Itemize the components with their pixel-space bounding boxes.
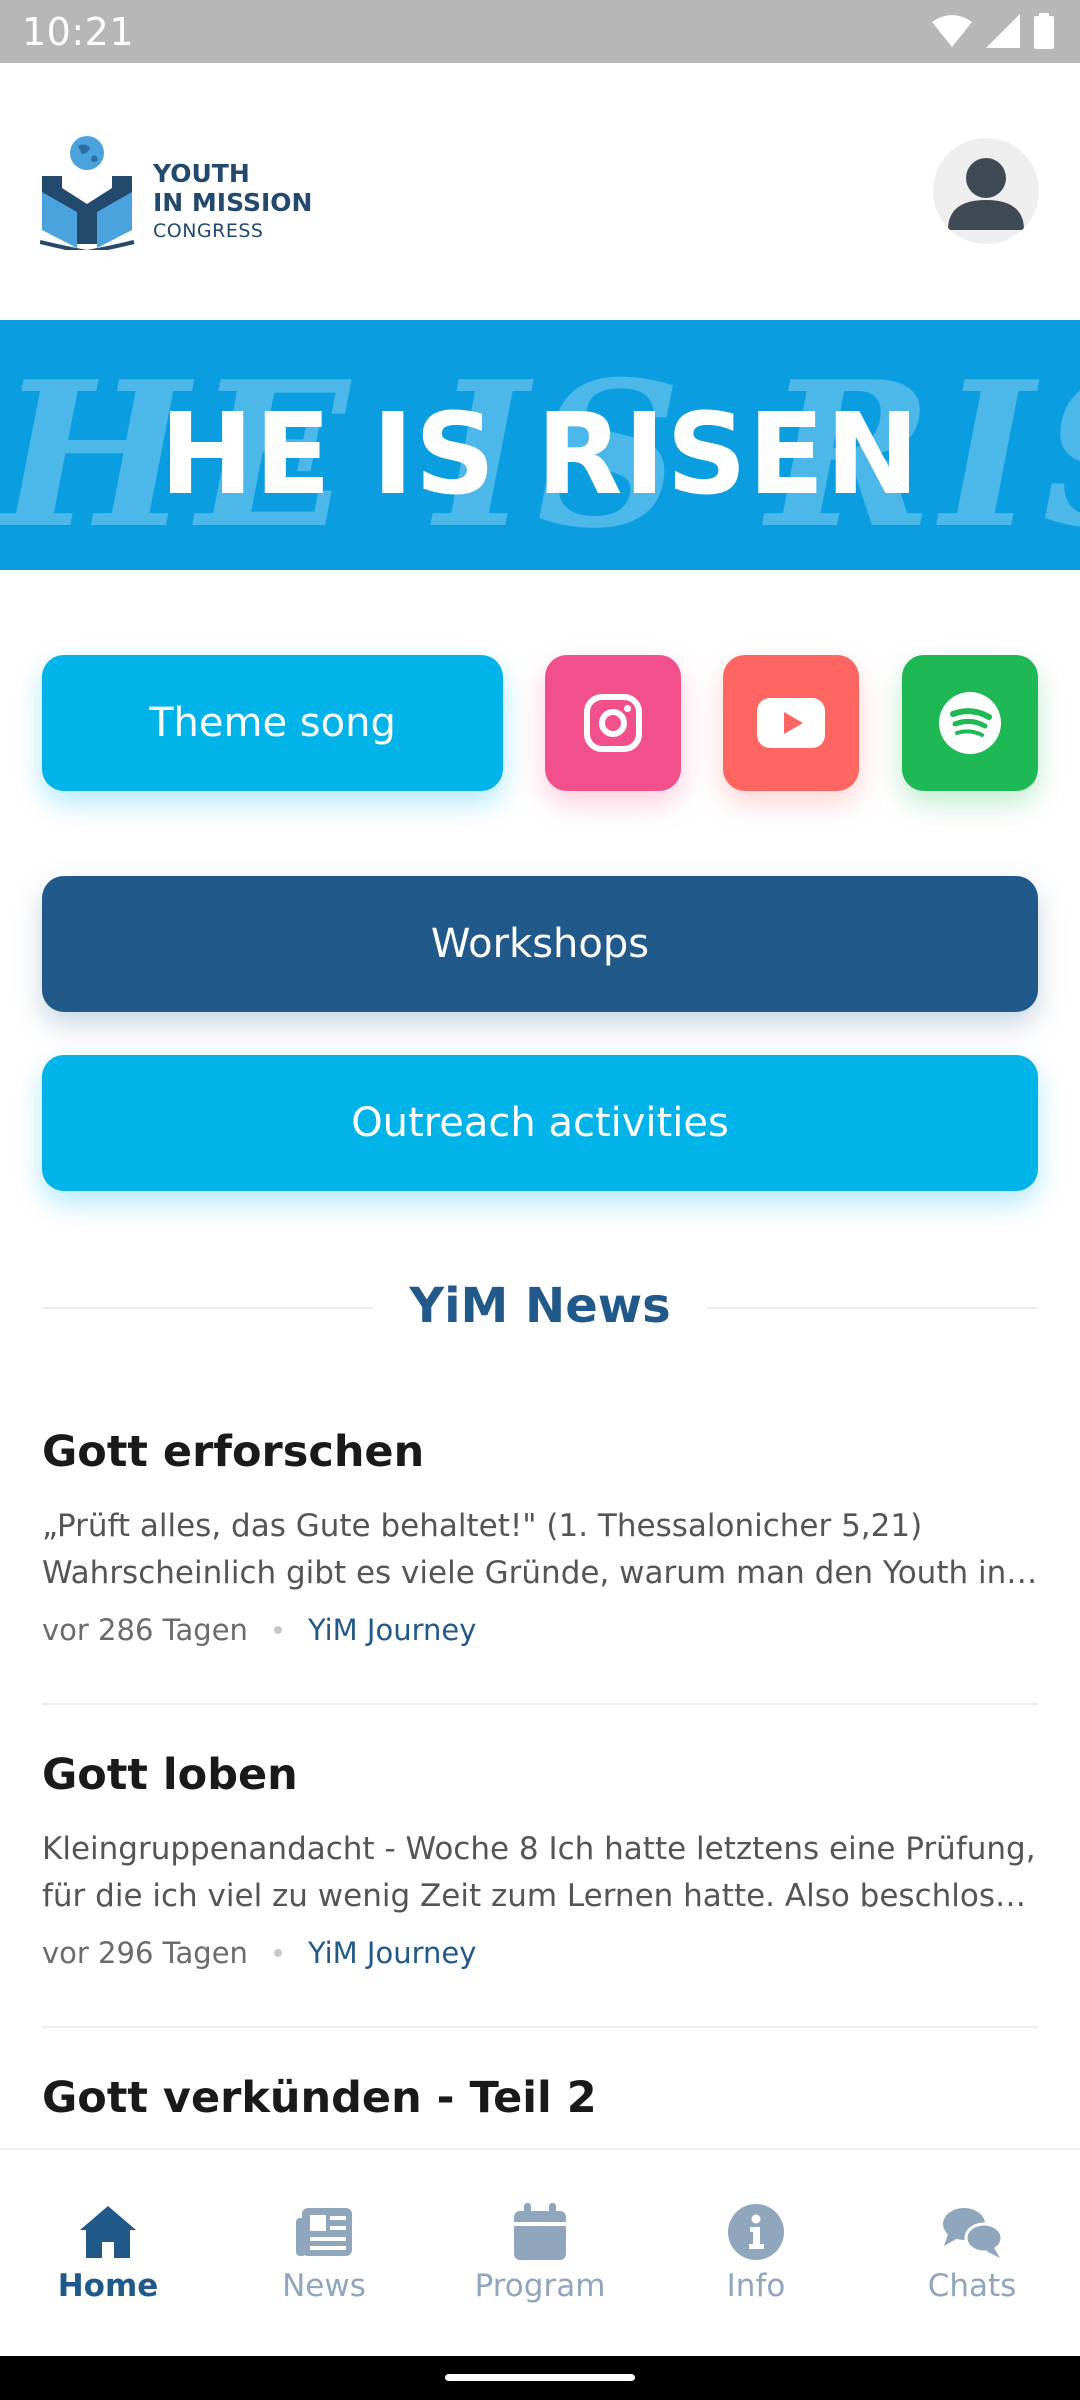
newspaper-icon [296,2208,352,2256]
spotify-icon [939,692,1001,754]
article-source-link[interactable]: YiM Journey [308,1613,476,1647]
article-excerpt-line: für die ich viel zu wenig Zeit zum Lerne… [42,1878,1038,1914]
article-excerpt: Kleingruppenandacht - Woche 8 Ich hatte … [42,1826,1038,1920]
workshops-button[interactable]: Workshops [42,876,1038,1012]
article-excerpt-line: „Prüft alles, das Gute behaltet!" (1. Th… [42,1508,923,1544]
article-meta: vor 286 Tagen YiM Journey [42,1613,1038,1647]
article-title: Gott loben [42,1750,298,1800]
theme-song-button[interactable]: Theme song [42,655,503,791]
article-divider [42,1703,1038,1705]
article-title: Gott erforschen [42,1427,425,1477]
meta-separator-dot [273,1949,282,1957]
nav-home[interactable]: Home [0,2150,216,2358]
instagram-icon [584,694,642,752]
article-age: vor 286 Tagen [42,1613,248,1647]
hero-banner[interactable]: HE IS RISEN HE IS RISEN [0,320,1080,570]
banner-headline: HE IS RISEN [159,390,921,520]
status-bar: 10:21 [0,0,1080,63]
logo-text: YOUTH IN MISSION CONGRESS [153,161,312,241]
nav-chats-label: Chats [927,2268,1017,2304]
logo-line-youth: YOUTH [153,159,250,188]
spotify-button[interactable] [902,655,1038,791]
article-age: vor 296 Tagen [42,1936,248,1970]
instagram-button[interactable] [545,655,681,791]
nav-home-label: Home [57,2268,159,2304]
status-icons [932,12,1054,50]
news-section-title: YiM News [0,1278,1080,1334]
news-article[interactable]: Gott loben Kleingruppenandacht - Woche 8… [42,1750,1038,1970]
logo-mark-icon [40,136,135,250]
article-source-link[interactable]: YiM Journey [308,1936,476,1970]
nav-program-label: Program [474,2268,606,2304]
outreach-activities-button[interactable]: Outreach activities [42,1055,1038,1191]
article-excerpt-line: Wahrscheinlich gibt es viele Gründe, war… [42,1555,1038,1591]
youtube-button[interactable] [723,655,859,791]
info-icon [728,2204,784,2260]
battery-icon [1034,13,1054,49]
nav-news[interactable]: News [216,2150,432,2358]
article-excerpt-line: Kleingruppenandacht - Woche 8 Ich hatte … [42,1831,1036,1867]
yim-logo[interactable]: YOUTH IN MISSION CONGRESS [40,130,320,250]
article-title: Gott verkünden - Teil 2 [42,2073,597,2123]
article-excerpt: „Prüft alles, das Gute behaltet!" (1. Th… [42,1503,1038,1597]
nav-news-label: News [282,2268,366,2304]
system-gesture-bar [0,2356,1080,2400]
nav-info[interactable]: Info [648,2150,864,2358]
home-gesture-pill[interactable] [445,2374,635,2381]
news-section-title-text: YiM News [373,1278,707,1334]
nav-info-label: Info [726,2268,786,2304]
news-article[interactable]: Gott erforschen „Prüft alles, das Gute b… [42,1427,1038,1647]
article-meta: vor 296 Tagen YiM Journey [42,1936,1038,1970]
person-avatar-icon [948,158,1024,230]
article-divider [42,2026,1038,2028]
status-time: 10:21 [22,10,135,54]
nav-program[interactable]: Program [432,2150,648,2358]
wifi-icon [932,15,972,47]
home-icon [80,2206,136,2258]
nav-chats[interactable]: Chats [864,2150,1080,2358]
bottom-navigation: Home News Program Info Chats [0,2148,1080,2356]
meta-separator-dot [273,1626,282,1634]
profile-avatar-button[interactable] [933,138,1039,244]
logo-line-congress: CONGRESS [153,220,264,242]
news-article[interactable]: Gott verkünden - Teil 2 [42,2073,1038,2123]
calendar-icon [514,2203,566,2260]
logo-line-in-mission: IN MISSION [153,188,313,217]
signal-icon [986,14,1020,48]
youtube-icon [757,698,825,748]
chat-bubbles-icon [943,2208,1004,2258]
